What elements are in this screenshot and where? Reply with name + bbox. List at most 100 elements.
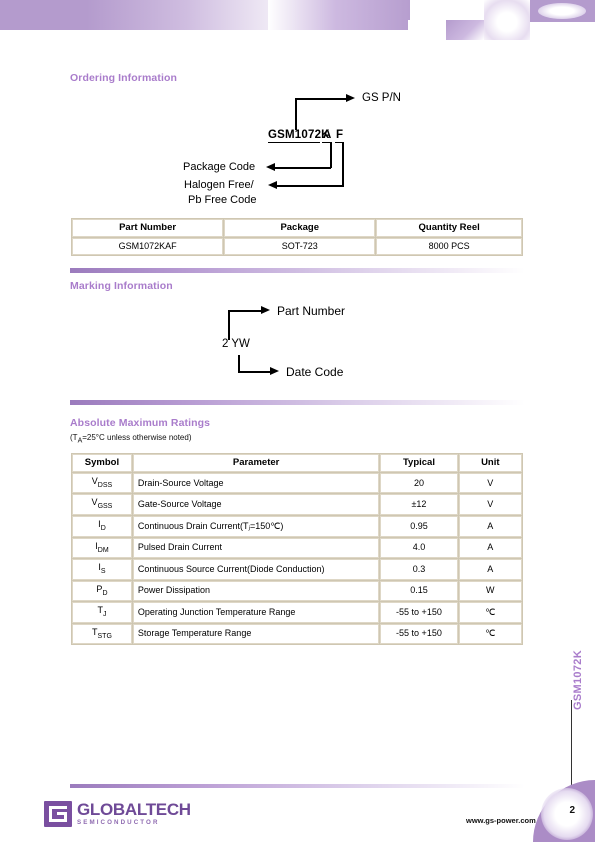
ratings-td-typical: 0.15 (380, 580, 458, 602)
ratings-td-parameter: Power Dissipation (132, 580, 380, 602)
logo-company-tagline: SEMICONDUCTOR (77, 819, 160, 827)
page-number: 2 (569, 805, 575, 816)
ratings-td-symbol: TSTG (72, 623, 132, 645)
marking-label-part-number: Part Number (277, 304, 346, 318)
ratings-td-parameter: Operating Junction Temperature Range (132, 602, 380, 623)
banner-oval (538, 3, 586, 19)
banner-square-6 (530, 22, 595, 40)
ratings-td-typical: -55 to +150 (380, 602, 458, 623)
ordering-arrow-halogen (268, 181, 277, 189)
table-row: VDSS Drain-Source Voltage 20 V (72, 472, 522, 494)
ratings-td-parameter: Gate-Source Voltage (132, 494, 380, 515)
ratings-condition-post: =25°C unless otherwise noted) (82, 433, 192, 442)
ratings-td-typical: 20 (380, 472, 458, 494)
footer-corner-graphic (533, 780, 595, 842)
ratings-td-symbol: PD (72, 580, 132, 602)
company-logo: GLOBALTECH SEMICONDUCTOR (44, 801, 191, 827)
ratings-td-parameter: Continuous Drain Current(Tⱼ=150℃) (132, 515, 380, 537)
table-row: VGSS Gate-Source Voltage ±12 V (72, 494, 522, 515)
divider-ratings (70, 400, 525, 405)
ratings-td-symbol: IS (72, 559, 132, 580)
ordering-arrow-gspn (346, 94, 355, 102)
ordering-arrow-package (266, 163, 275, 171)
ratings-td-parameter: Continuous Source Current(Diode Conducti… (132, 559, 380, 580)
ordering-td-part-number: GSM1072KAF (72, 237, 224, 256)
ratings-td-symbol: ID (72, 515, 132, 537)
ordering-part-number-main: GSM1072K (268, 129, 330, 141)
globaltech-logo-icon (44, 801, 72, 827)
banner-bar-left (0, 0, 310, 30)
table-row: GSM1072KAF SOT-723 8000 PCS (72, 237, 522, 256)
ordering-part-number-halogen-code: F (336, 129, 344, 141)
ratings-td-unit: W (458, 580, 522, 602)
ordering-td-quantity-reel: 8000 PCS (376, 237, 522, 256)
logo-company-name: GLOBALTECH (77, 800, 191, 820)
absolute-maximum-ratings-table: Symbol Parameter Typical Unit VDSS Drain-… (71, 453, 523, 646)
ratings-td-symbol: VGSS (72, 494, 132, 515)
ratings-td-typical: ±12 (380, 494, 458, 515)
marking-label-date-code: Date Code (286, 365, 344, 379)
ratings-td-unit: V (458, 494, 522, 515)
ratings-td-unit: ℃ (458, 602, 522, 623)
side-tab-label: GSM1072K (572, 650, 584, 710)
ratings-td-typical: 0.3 (380, 559, 458, 580)
ordering-label-halogen-free-line2: Pb Free Code (188, 194, 257, 206)
ratings-th-unit: Unit (458, 454, 522, 472)
marking-arrow-date-code (270, 367, 279, 375)
table-row: ID Continuous Drain Current(Tⱼ=150℃) 0.95 A (72, 515, 522, 537)
table-row: PD Power Dissipation 0.15 W (72, 580, 522, 602)
footer-divider (70, 784, 525, 788)
ratings-condition-note: (TA=25°C unless otherwise noted) (70, 433, 192, 445)
ratings-td-unit: ℃ (458, 623, 522, 645)
ratings-td-symbol: TJ (72, 602, 132, 623)
ratings-td-unit: A (458, 537, 522, 559)
banner-bar-mid (268, 0, 418, 30)
ordering-underline-main (268, 142, 320, 144)
ratings-td-unit: V (458, 472, 522, 494)
ordering-part-number-package-code: A (323, 129, 332, 141)
ratings-table-header-row: Symbol Parameter Typical Unit (72, 454, 522, 472)
banner-square-5 (530, 0, 595, 22)
ordering-table: Part Number Package Quantity Reel GSM107… (71, 218, 523, 257)
page-header-banner (0, 0, 595, 46)
ordering-td-package: SOT-723 (224, 237, 376, 256)
ratings-td-symbol: VDSS (72, 472, 132, 494)
ordering-line-vertical-halogen (342, 142, 344, 186)
ratings-td-parameter: Drain-Source Voltage (132, 472, 380, 494)
ratings-condition-pre: (T (70, 433, 78, 442)
ordering-th-quantity-reel: Quantity Reel (376, 219, 522, 237)
ordering-line-horizontal-halogen (276, 185, 344, 187)
marking-information-title: Marking Information (70, 280, 173, 292)
banner-square-2 (408, 20, 446, 40)
ratings-td-parameter: Storage Temperature Range (132, 623, 380, 645)
ordering-label-halogen-free-line1: Halogen Free/ (184, 179, 254, 191)
ratings-td-unit: A (458, 559, 522, 580)
footer-website[interactable]: www.gs-power.com (466, 816, 536, 825)
ratings-td-typical: 4.0 (380, 537, 458, 559)
ratings-td-parameter: Pulsed Drain Current (132, 537, 380, 559)
side-tab: GSM1072K (567, 636, 587, 746)
ordering-line-horizontal-package (274, 167, 331, 169)
divider-marking (70, 268, 525, 273)
ratings-td-typical: 0.95 (380, 515, 458, 537)
ordering-line-horizontal-gspn (295, 98, 348, 100)
marking-line-vertical-part-number (228, 310, 230, 340)
marking-code-text: 2 YW (222, 338, 250, 350)
table-row: IS Continuous Source Current(Diode Conduc… (72, 559, 522, 580)
ordering-label-gs-pn: GS P/N (362, 92, 401, 104)
banner-square-1 (410, 0, 448, 22)
marking-line-horizontal-part-number (228, 310, 263, 312)
marking-line-horizontal-date-code (238, 371, 272, 373)
ordering-information-title: Ordering Information (70, 72, 177, 84)
ordering-label-package-code: Package Code (183, 161, 256, 173)
ordering-table-header-row: Part Number Package Quantity Reel (72, 219, 522, 237)
ratings-td-unit: A (458, 515, 522, 537)
table-row: TSTG Storage Temperature Range -55 to +150… (72, 623, 522, 645)
ordering-th-package: Package (224, 219, 376, 237)
ratings-th-typical: Typical (380, 454, 458, 472)
ordering-line-vertical-gspn (295, 98, 297, 130)
marking-arrow-part-number (261, 306, 270, 314)
ordering-line-vertical-package (330, 142, 332, 168)
datasheet-page: Ordering Information GS P/N GSM1072K A F… (0, 0, 595, 842)
ratings-td-symbol: IDM (72, 537, 132, 559)
